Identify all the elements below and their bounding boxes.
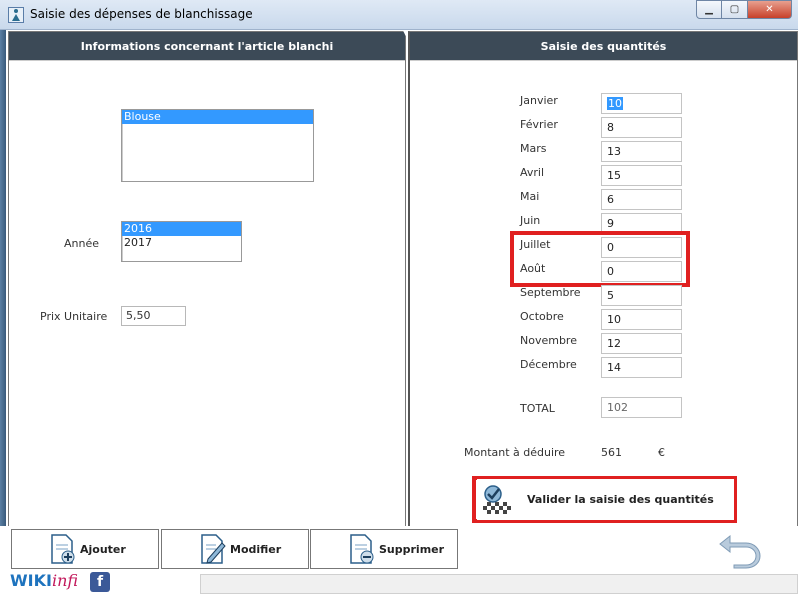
year-item-2016[interactable]: 2016 [122, 222, 241, 236]
unit-price-label: Prix Unitaire [40, 310, 108, 323]
amount-value: 561 [601, 446, 622, 459]
month-label-juin: Juin [520, 214, 541, 227]
add-document-icon [51, 534, 75, 564]
delete-button[interactable]: Supprimer [310, 529, 458, 569]
article-info-header: Informations concernant l'article blanch… [9, 32, 405, 61]
year-listbox[interactable]: 2016 2017 [121, 221, 242, 262]
qty-field-novembre[interactable]: 12 [601, 333, 682, 354]
qty-field-mars[interactable]: 13 [601, 141, 682, 162]
wikiinfi-logo: WIKIinfi [10, 571, 79, 590]
amount-label: Montant à déduire [464, 446, 566, 459]
validate-label: Valider la saisie des quantités [527, 493, 714, 506]
month-label-avril: Avril [520, 166, 545, 179]
unit-price-field[interactable]: 5,50 [121, 306, 186, 326]
edit-document-icon [201, 534, 226, 564]
qty-value-janvier: 10 [607, 97, 623, 110]
total-field: 102 [601, 397, 682, 418]
highlight-july-august [510, 231, 690, 287]
validate-quantities-button[interactable]: Valider la saisie des quantités [477, 479, 734, 520]
month-label-septembre: Septembre [520, 286, 581, 299]
maximize-button[interactable]: ▢ [722, 0, 748, 19]
month-label-fevrier: Février [520, 118, 558, 131]
delete-label: Supprimer [379, 542, 445, 556]
close-button[interactable]: ✕ [748, 0, 792, 19]
undo-icon[interactable] [716, 530, 766, 570]
remove-document-icon [350, 534, 374, 564]
modify-label: Modifier [230, 542, 282, 556]
qty-field-octobre[interactable]: 10 [601, 309, 682, 330]
article-item-blouse[interactable]: Blouse [122, 110, 313, 124]
qty-field-fevrier[interactable]: 8 [601, 117, 682, 138]
qty-field-mai[interactable]: 6 [601, 189, 682, 210]
article-info-panel: Informations concernant l'article blanch… [8, 31, 406, 527]
facebook-icon[interactable]: f [90, 572, 110, 592]
year-label: Année [64, 237, 100, 250]
app-icon [8, 7, 24, 23]
qty-field-septembre[interactable]: 5 [601, 285, 682, 306]
qty-field-decembre[interactable]: 14 [601, 357, 682, 378]
month-label-janvier: Janvier [520, 94, 558, 107]
total-label: TOTAL [520, 402, 555, 415]
window-titlebar[interactable]: Saisie des dépenses de blanchissage ▁ ▢ … [0, 0, 798, 30]
article-listbox[interactable]: Blouse [121, 109, 314, 182]
add-button[interactable]: Ajouter [11, 529, 159, 569]
modify-button[interactable]: Modifier [161, 529, 309, 569]
quantities-header: Saisie des quantités [410, 32, 797, 61]
window-border [0, 30, 6, 526]
year-item-2017[interactable]: 2017 [122, 236, 241, 250]
checkmark-grid-icon [483, 484, 511, 514]
month-label-decembre: Décembre [520, 358, 577, 371]
month-label-octobre: Octobre [520, 310, 564, 323]
window-title: Saisie des dépenses de blanchissage [30, 7, 253, 21]
currency-symbol: € [658, 446, 665, 459]
qty-field-avril[interactable]: 15 [601, 165, 682, 186]
qty-field-janvier[interactable]: 10 [601, 93, 682, 114]
month-label-mai: Mai [520, 190, 540, 203]
month-label-mars: Mars [520, 142, 547, 155]
status-bar [200, 574, 798, 594]
minimize-button[interactable]: ▁ [696, 0, 722, 19]
month-label-novembre: Novembre [520, 334, 577, 347]
add-label: Ajouter [80, 542, 126, 556]
